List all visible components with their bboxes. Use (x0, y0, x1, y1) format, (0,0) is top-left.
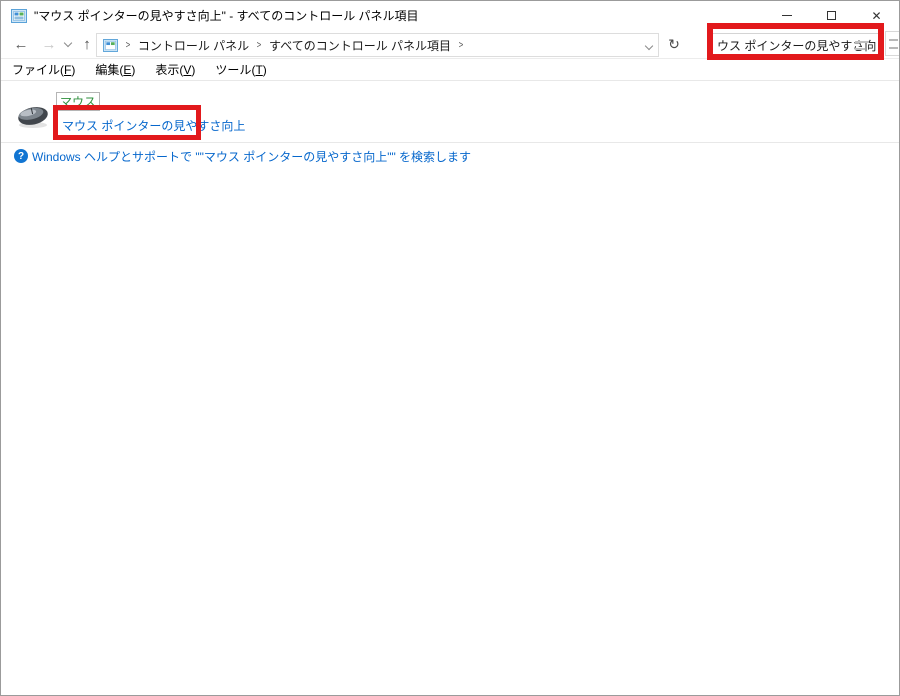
breadcrumb-item-control-panel[interactable]: コントロール パネル (138, 37, 249, 54)
address-bar[interactable]: > コントロール パネル > すべてのコントロール パネル項目 > (96, 33, 659, 57)
suggestion-text-fragment (889, 47, 898, 49)
mouse-device-icon (18, 107, 48, 128)
results-divider (1, 142, 899, 143)
menu-edit[interactable]: 編集(E) (92, 59, 138, 80)
navigation-bar: ← → ↑ > コントロール パネル > すべてのコントロール パネル項目 > … (1, 30, 899, 59)
back-button[interactable]: ← (9, 30, 33, 58)
maximize-icon (827, 11, 836, 20)
chevron-down-icon (644, 41, 654, 51)
suggestion-text-fragment (889, 39, 898, 41)
menu-tools[interactable]: ツール(T) (212, 59, 269, 80)
menu-bar: ファイル(F) 編集(E) 表示(V) ツール(T) (1, 59, 899, 81)
result-item-link[interactable]: マウス (60, 93, 96, 110)
close-button[interactable]: ✕ (854, 1, 899, 30)
close-icon: ✕ (871, 8, 882, 23)
search-suggestion-fragment (885, 31, 899, 56)
minimize-icon (781, 15, 792, 16)
control-panel-icon (11, 8, 27, 23)
result-item-box: マウス (56, 92, 101, 111)
search-caret-fragment (855, 41, 869, 43)
forward-button[interactable]: → (37, 30, 61, 58)
control-panel-window: "マウス ポインターの見やすさ向上" - すべてのコントロール パネル項目 ✕ … (0, 0, 900, 696)
search-input[interactable] (712, 33, 881, 58)
help-search-link[interactable]: ? Windows ヘルプとサポートで ""マウス ポインターの見やすさ向上""… (14, 148, 471, 164)
window-title: "マウス ポインターの見やすさ向上" - すべてのコントロール パネル項目 (34, 9, 419, 23)
title-bar: "マウス ポインターの見やすさ向上" - すべてのコントロール パネル項目 ✕ (1, 1, 899, 30)
menu-file[interactable]: ファイル(F) (9, 59, 78, 80)
help-icon: ? (14, 149, 28, 163)
refresh-button[interactable]: ↻ (663, 30, 685, 58)
breadcrumb-separator: > (256, 39, 262, 51)
control-panel-icon (103, 38, 118, 52)
menu-view[interactable]: 表示(V) (152, 59, 198, 80)
breadcrumb-item-all-items[interactable]: すべてのコントロール パネル項目 (269, 37, 451, 54)
chevron-down-icon (63, 38, 73, 47)
address-dropdown-button[interactable] (644, 38, 654, 52)
minimize-button[interactable] (764, 1, 809, 30)
breadcrumb-separator: > (125, 39, 131, 51)
results-area: マウス マウス ポインターの見やすさ向上 ? Windows ヘルプとサポートで… (1, 81, 899, 695)
search-caret-fragment (855, 48, 865, 50)
maximize-button[interactable] (809, 1, 854, 30)
breadcrumb-separator: > (458, 39, 464, 51)
up-button[interactable]: ↑ (77, 30, 97, 58)
history-dropdown-button[interactable] (61, 30, 75, 58)
help-link-text: Windows ヘルプとサポートで ""マウス ポインターの見やすさ向上"" を… (32, 149, 472, 164)
task-link-mouse-pointer[interactable]: マウス ポインターの見やすさ向上 (62, 117, 245, 134)
